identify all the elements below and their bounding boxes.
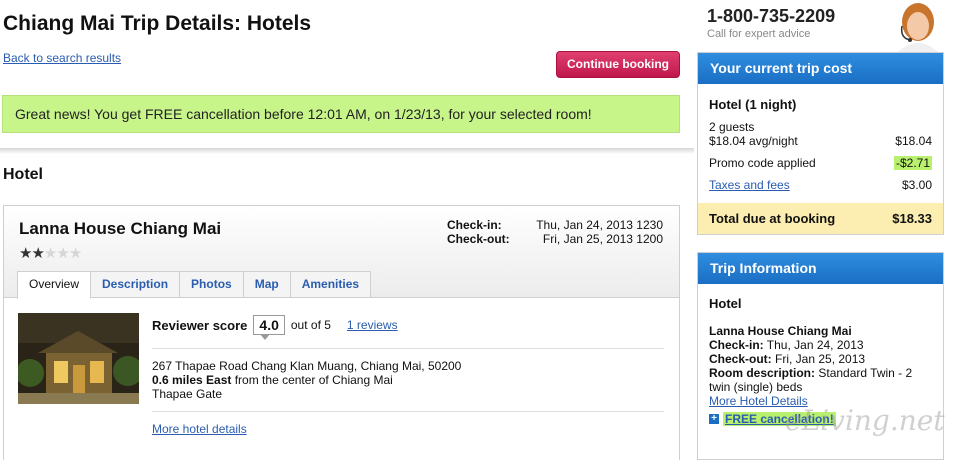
tab-photos[interactable]: Photos — [180, 271, 244, 298]
reviewer-score-label: Reviewer score — [152, 317, 248, 333]
star-empty-icon: ★ — [56, 245, 69, 262]
continue-booking-button[interactable]: Continue booking — [556, 51, 680, 78]
tab-description[interactable]: Description — [91, 271, 181, 298]
checkout-label: Check-out: — [447, 232, 510, 246]
distance-rest: from the center of Chiang Mai — [231, 373, 393, 387]
plus-icon[interactable]: + — [709, 414, 719, 424]
room-label: Room description: — [709, 366, 816, 380]
total-value: $18.33 — [892, 211, 932, 226]
checkin-label: Check-in: — [447, 218, 502, 232]
trip-info-checkin: Check-in: Thu, Jan 24, 2013 — [709, 338, 932, 352]
back-to-search-link[interactable]: Back to search results — [3, 51, 121, 65]
total-label: Total due at booking — [709, 211, 836, 226]
hotel-photo[interactable] — [18, 313, 139, 404]
avg-night-row: $18.04 avg/night $18.04 — [709, 134, 932, 148]
checkout-label: Check-out: — [709, 352, 772, 366]
more-hotel-details-link[interactable]: More hotel details — [152, 422, 247, 436]
hotel-card: Lanna House Chiang Mai ★★★★★ Check-in: T… — [3, 205, 680, 460]
cost-title: Hotel (1 night) — [709, 97, 797, 112]
trip-cost-body: Hotel (1 night) 2 guests $18.04 avg/nigh… — [698, 97, 943, 192]
hotel-card-header: Lanna House Chiang Mai ★★★★★ Check-in: T… — [4, 206, 679, 299]
promo-value: -$2.71 — [893, 156, 932, 170]
checkout-value: Fri, Jan 25, 2013 1200 — [542, 232, 663, 246]
reviews-link[interactable]: 1 reviews — [347, 318, 398, 332]
avg-night-value: $18.04 — [895, 134, 932, 148]
address-line: 267 Thapae Road Chang Klan Muang, Chiang… — [152, 359, 462, 373]
hotel-name: Lanna House Chiang Mai — [19, 219, 222, 238]
trip-info-hotel-name: Lanna House Chiang Mai — [709, 324, 852, 338]
hotel-address: 267 Thapae Road Chang Klan Muang, Chiang… — [152, 359, 461, 401]
star-icon: ★ — [31, 245, 44, 262]
section-title-hotel: Hotel — [3, 166, 43, 183]
tab-amenities[interactable]: Amenities — [290, 271, 372, 298]
free-cancellation-banner: Great news! You get FREE cancellation be… — [2, 95, 680, 133]
phone-subtext: Call for expert advice — [707, 28, 811, 40]
reviewer-score-row: Reviewer score 4.0 out of 5 1 reviews — [152, 315, 398, 340]
taxes-value: $3.00 — [901, 178, 932, 192]
tab-map[interactable]: Map — [243, 271, 291, 298]
divider — [152, 348, 664, 349]
tab-overview[interactable]: Overview — [17, 271, 92, 299]
stay-dates: Check-in: Thu, Jan 24, 2013 1230 Check-o… — [447, 218, 663, 246]
page-title: Chiang Mai Trip Details: Hotels — [3, 12, 312, 35]
reviewer-score-badge: 4.0 — [253, 315, 285, 340]
phone-number: 1-800-735-2209 — [707, 6, 836, 26]
star-icon: ★ — [19, 245, 32, 262]
checkin-value: Thu, Jan 24, 2013 1230 — [536, 218, 663, 232]
score-out-of: out of 5 — [290, 318, 331, 332]
guests: 2 guests — [709, 120, 755, 134]
avg-night-label: $18.04 avg/night — [709, 134, 798, 148]
promo-row: Promo code applied -$2.71 — [709, 156, 932, 170]
trip-info-room: Room description: Standard Twin - 2 twin… — [709, 366, 932, 394]
section-divider — [0, 148, 694, 154]
watermark: eLiving.net — [785, 404, 945, 437]
area-line: Thapae Gate — [152, 387, 223, 401]
trip-info-title: Hotel — [709, 296, 742, 311]
trip-cost-box: Your current trip cost Hotel (1 night) 2… — [697, 52, 944, 235]
distance-line: 0.6 miles East from the center of Chiang… — [152, 373, 461, 387]
star-empty-icon: ★ — [43, 245, 57, 262]
divider — [152, 411, 664, 412]
taxes-and-fees-link[interactable]: Taxes and fees — [709, 178, 790, 192]
promo-label: Promo code applied — [709, 156, 816, 170]
hotel-tabs: Overview Description Photos Map Amenitie… — [17, 271, 372, 299]
trip-info-checkout: Check-out: Fri, Jan 25, 2013 — [709, 352, 932, 366]
distance-bold: 0.6 miles East — [152, 373, 232, 387]
star-empty-icon: ★ — [68, 245, 82, 262]
taxes-row: Taxes and fees $3.00 — [709, 178, 932, 192]
trip-cost-header: Your current trip cost — [698, 53, 943, 84]
support-agent-avatar — [888, 0, 946, 52]
star-rating: ★★★★★ — [19, 244, 82, 262]
trip-info-header: Trip Information — [698, 253, 943, 284]
checkin-row: Check-in: Thu, Jan 24, 2013 1230 — [447, 218, 663, 232]
checkin-value: Thu, Jan 24, 2013 — [763, 338, 864, 352]
checkin-label: Check-in: — [709, 338, 764, 352]
checkout-row: Check-out: Fri, Jan 25, 2013 1200 — [447, 232, 663, 246]
total-due-bar: Total due at booking $18.33 — [698, 203, 943, 234]
checkout-value: Fri, Jan 25, 2013 — [771, 352, 866, 366]
